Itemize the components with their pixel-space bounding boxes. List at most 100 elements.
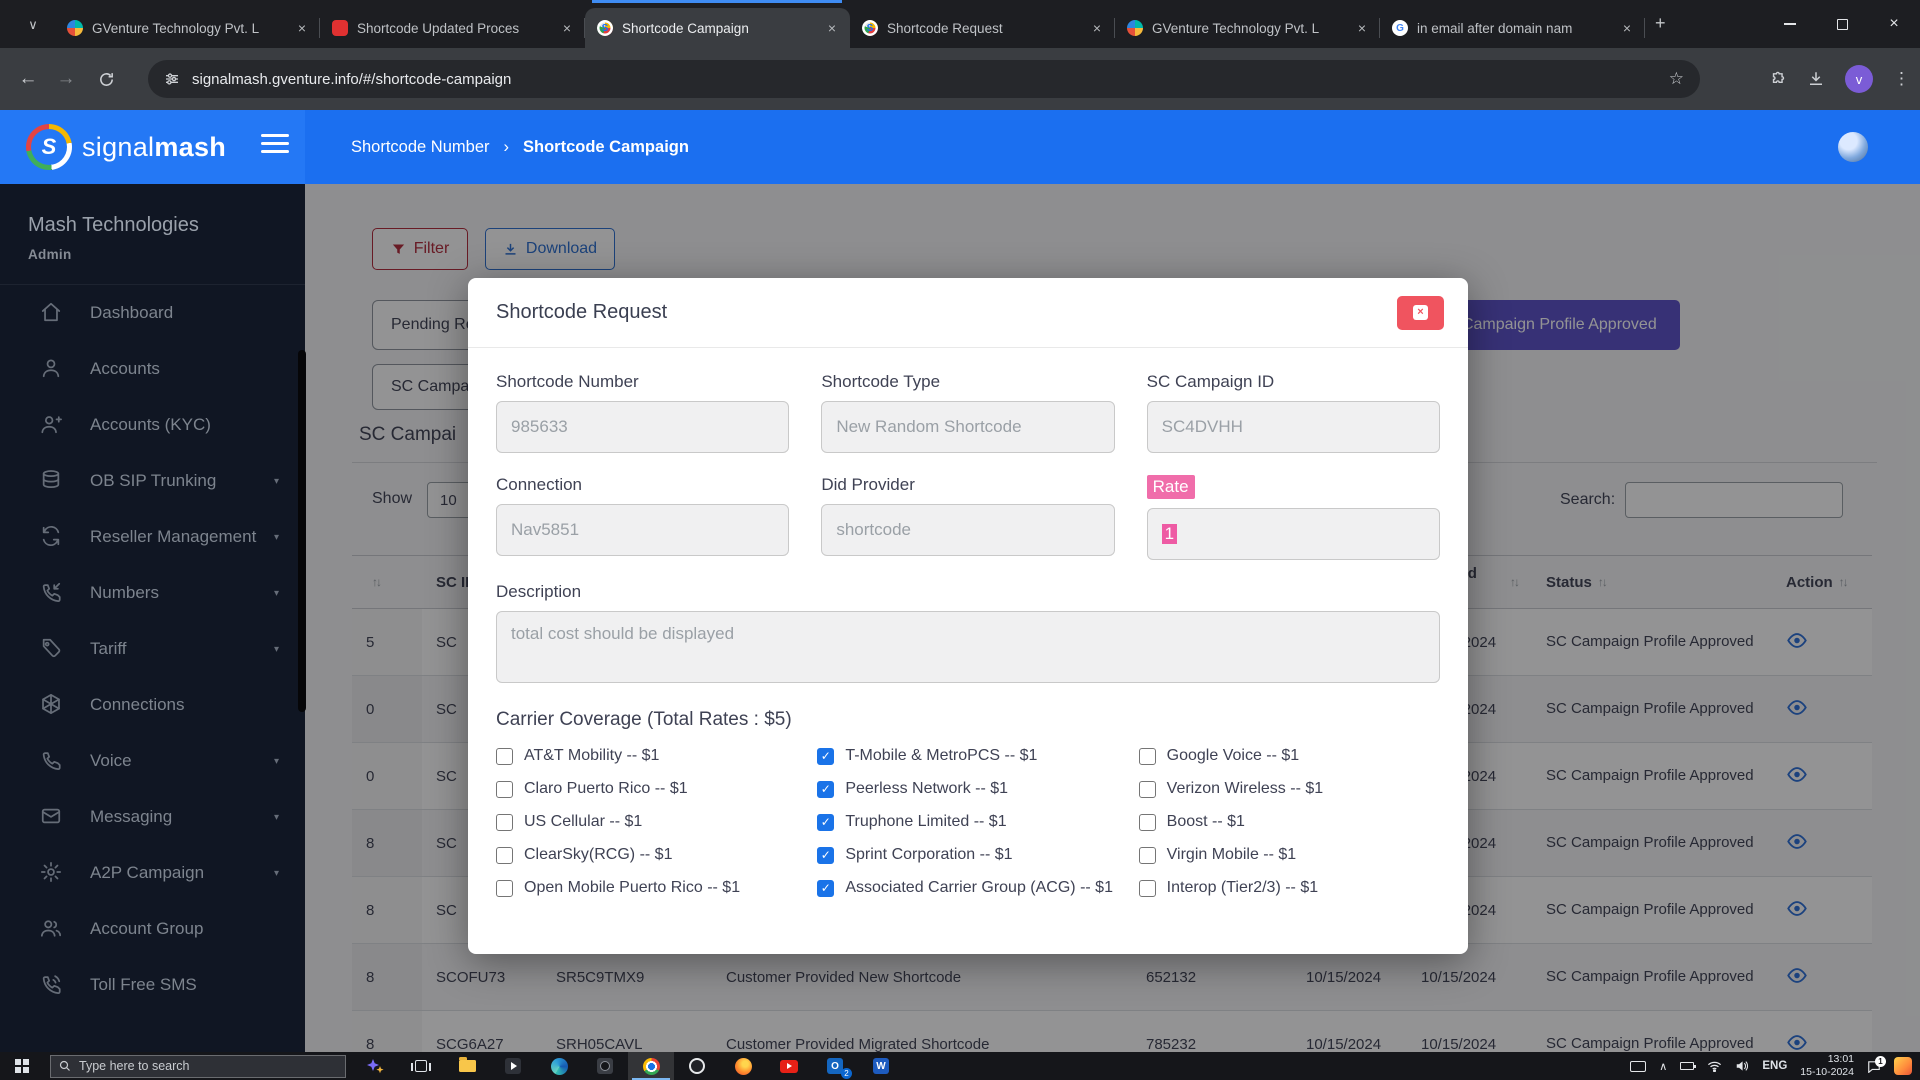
field-input[interactable]: 985633: [496, 401, 789, 453]
carrier-option[interactable]: Open Mobile Puerto Rico -- $1: [496, 879, 797, 897]
sidebar-item-toll-free-sms[interactable]: Toll Free SMS: [0, 957, 305, 1013]
carrier-option[interactable]: ✓T-Mobile & MetroPCS -- $1: [817, 747, 1118, 765]
browser-tab[interactable]: SShortcode Request×: [850, 8, 1115, 48]
file-explorer-icon[interactable]: [444, 1052, 490, 1080]
carrier-option[interactable]: Interop (Tier2/3) -- $1: [1139, 879, 1440, 897]
sidebar-item-messaging[interactable]: Messaging▾: [0, 789, 305, 845]
user-avatar[interactable]: [1838, 132, 1868, 162]
obs-studio-icon[interactable]: [674, 1052, 720, 1080]
carrier-checkbox[interactable]: ✓: [817, 880, 834, 897]
youtube-icon[interactable]: [766, 1052, 812, 1080]
carrier-option[interactable]: ✓Associated Carrier Group (ACG) -- $1: [817, 879, 1118, 897]
clock[interactable]: 13:01 15-10-2024: [1800, 1053, 1854, 1078]
carrier-option[interactable]: Claro Puerto Rico -- $1: [496, 780, 797, 798]
sidebar-item-ob-sip-trunking[interactable]: OB SIP Trunking▾: [0, 453, 305, 509]
carrier-option[interactable]: US Cellular -- $1: [496, 813, 797, 831]
carrier-option[interactable]: ✓Peerless Network -- $1: [817, 780, 1118, 798]
sidebar-item-a2p-campaign[interactable]: A2P Campaign▾: [0, 845, 305, 901]
forward-button[interactable]: →: [52, 65, 80, 93]
word-icon[interactable]: W: [858, 1052, 904, 1080]
sidebar-item-accounts[interactable]: Accounts: [0, 341, 305, 397]
carrier-checkbox[interactable]: [496, 847, 513, 864]
carrier-checkbox[interactable]: [496, 781, 513, 798]
firefox-icon[interactable]: [720, 1052, 766, 1080]
close-window-button[interactable]: ×: [1868, 0, 1920, 48]
browser-tab[interactable]: SShortcode Campaign×: [585, 8, 850, 48]
description-textarea[interactable]: total cost should be displayed: [496, 611, 1440, 683]
taskbar-search-input[interactable]: Type here to search: [50, 1055, 346, 1078]
copilot-icon[interactable]: [352, 1052, 398, 1080]
wifi-icon[interactable]: [1707, 1061, 1722, 1072]
browser-tab[interactable]: Shortcode Updated Proces×: [320, 8, 585, 48]
touch-keyboard-icon[interactable]: [1630, 1061, 1646, 1072]
field-input[interactable]: shortcode: [821, 504, 1114, 556]
sidebar-item-reseller-management[interactable]: Reseller Management▾: [0, 509, 305, 565]
sidebar-item-account-group[interactable]: Account Group: [0, 901, 305, 957]
sidebar-item-voice[interactable]: Voice▾: [0, 733, 305, 789]
start-button-icon[interactable]: [0, 1052, 44, 1080]
browser-profile-avatar[interactable]: v: [1845, 65, 1873, 93]
browser-tab[interactable]: Gin email after domain nam×: [1380, 8, 1645, 48]
minimize-button[interactable]: [1764, 0, 1816, 48]
sidebar-item-numbers[interactable]: Numbers▾: [0, 565, 305, 621]
bookmark-star-icon[interactable]: ☆: [1669, 69, 1684, 89]
carrier-checkbox[interactable]: [1139, 847, 1156, 864]
tab-close-icon[interactable]: ×: [1621, 20, 1633, 36]
carrier-option[interactable]: ClearSky(RCG) -- $1: [496, 846, 797, 864]
tab-close-icon[interactable]: ×: [1091, 20, 1103, 36]
carrier-checkbox[interactable]: [1139, 814, 1156, 831]
downloads-icon[interactable]: [1807, 70, 1825, 88]
tab-close-icon[interactable]: ×: [826, 20, 838, 36]
reload-button[interactable]: [92, 65, 120, 93]
carrier-option[interactable]: AT&T Mobility -- $1: [496, 747, 797, 765]
sidebar-item-dashboard[interactable]: Dashboard: [0, 285, 305, 341]
carrier-checkbox[interactable]: ✓: [817, 748, 834, 765]
carrier-checkbox[interactable]: [1139, 880, 1156, 897]
carrier-checkbox[interactable]: ✓: [817, 847, 834, 864]
browser-tab[interactable]: GVenture Technology Pvt. L×: [1115, 8, 1380, 48]
carrier-checkbox[interactable]: [496, 748, 513, 765]
outlook-icon[interactable]: O 2: [812, 1052, 858, 1080]
hamburger-menu-icon[interactable]: [261, 134, 289, 153]
battery-icon[interactable]: [1680, 1062, 1694, 1070]
carrier-checkbox[interactable]: ✓: [817, 814, 834, 831]
sidebar-item-accounts-kyc-[interactable]: Accounts (KYC): [0, 397, 305, 453]
url-text[interactable]: signalmash.gventure.info/#/shortcode-cam…: [192, 71, 1657, 88]
field-input[interactable]: New Random Shortcode: [821, 401, 1114, 453]
camera-app-icon[interactable]: [582, 1052, 628, 1080]
field-input[interactable]: SC4DVHH: [1147, 401, 1440, 453]
extensions-icon[interactable]: [1770, 71, 1787, 88]
carrier-checkbox[interactable]: [1139, 748, 1156, 765]
carrier-checkbox[interactable]: [496, 814, 513, 831]
sidebar-item-connections[interactable]: Connections: [0, 677, 305, 733]
volume-icon[interactable]: [1735, 1060, 1749, 1072]
chrome-icon[interactable]: [628, 1052, 674, 1080]
field-input[interactable]: Nav5851: [496, 504, 789, 556]
carrier-checkbox[interactable]: [1139, 781, 1156, 798]
widget-icon[interactable]: [1894, 1057, 1912, 1075]
tab-close-icon[interactable]: ×: [1356, 20, 1368, 36]
notifications-icon[interactable]: 1: [1867, 1060, 1881, 1073]
carrier-option[interactable]: Verizon Wireless -- $1: [1139, 780, 1440, 798]
maximize-button[interactable]: [1816, 0, 1868, 48]
language-indicator[interactable]: ENG: [1762, 1060, 1787, 1072]
breadcrumb-item[interactable]: Shortcode Number: [351, 138, 490, 157]
carrier-checkbox[interactable]: ✓: [817, 781, 834, 798]
carrier-option[interactable]: Boost -- $1: [1139, 813, 1440, 831]
address-bar[interactable]: signalmash.gventure.info/#/shortcode-cam…: [148, 60, 1700, 98]
back-button[interactable]: ←: [14, 65, 42, 93]
browser-tab[interactable]: GVenture Technology Pvt. L×: [55, 8, 320, 48]
site-info-icon[interactable]: [164, 71, 180, 87]
sidebar-item-tariff[interactable]: Tariff▾: [0, 621, 305, 677]
new-tab-button[interactable]: +: [1655, 14, 1666, 32]
browser-menu-icon[interactable]: ⋮: [1893, 69, 1910, 89]
carrier-option[interactable]: ✓Truphone Limited -- $1: [817, 813, 1118, 831]
carrier-option[interactable]: Virgin Mobile -- $1: [1139, 846, 1440, 864]
tab-close-icon[interactable]: ×: [561, 20, 573, 36]
edge-icon[interactable]: [536, 1052, 582, 1080]
modal-close-button[interactable]: ×: [1397, 296, 1444, 330]
tab-close-icon[interactable]: ×: [296, 20, 308, 36]
carrier-option[interactable]: Google Voice -- $1: [1139, 747, 1440, 765]
media-player-icon[interactable]: [490, 1052, 536, 1080]
task-view-icon[interactable]: [398, 1052, 444, 1080]
